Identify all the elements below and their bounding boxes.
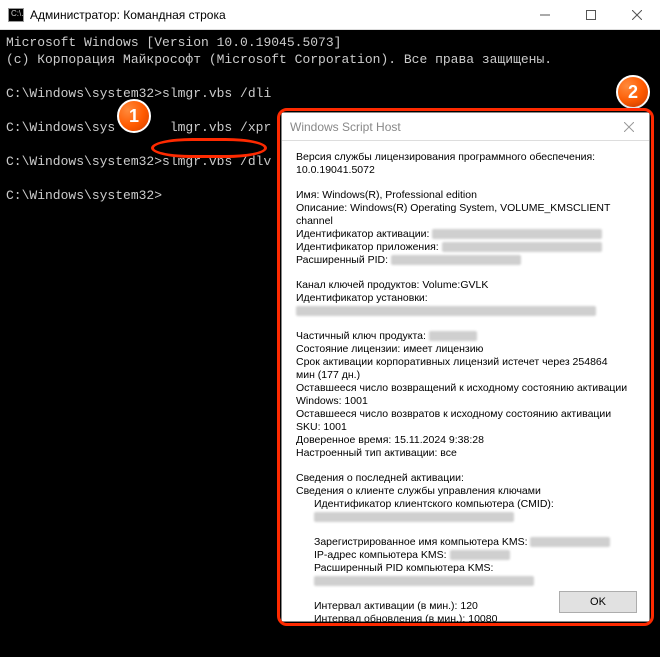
console-line: C:\Windows\system32> [6,188,162,203]
dlg-line: Идентификатор приложения: [296,241,635,254]
dialog-body: Версия службы лицензирования программног… [282,141,649,645]
dlg-line: Идентификатор установки: [296,292,635,305]
dlg-line: мин (177 дн.) [296,369,635,382]
window-titlebar: C:\. Администратор: Командная строка [0,0,660,30]
console-line: C:\Windows\system32>slmgr.vbs /dlv [6,154,271,169]
wsh-dialog: Windows Script Host Версия службы лиценз… [281,112,650,622]
dlg-line: Доверенное время: 15.11.2024 9:38:28 [296,434,635,447]
dlg-line: SKU: 1001 [296,421,635,434]
dlg-line: Частичный ключ продукта: [296,330,635,343]
dlg-line [296,575,635,588]
dlg-line: Зарегистрированное имя компьютера KMS: [296,536,635,549]
dialog-titlebar: Windows Script Host [282,113,649,141]
dlg-line: Windows: 1001 [296,395,635,408]
dlg-line: Канал ключей продуктов: Volume:GVLK [296,279,635,292]
dlg-line: Оставшееся число возвратов к исходному с… [296,408,635,421]
console-line: (c) Корпорация Майкрософт (Microsoft Cor… [6,52,552,67]
dialog-ok-button[interactable]: OK [559,591,637,613]
dlg-line: Идентификатор клиентского компьютера (CM… [296,498,635,511]
dlg-line: Расширенный PID компьютера KMS: [296,562,635,575]
dlg-line: Сведения о последней активации: [296,472,635,485]
window-title: Администратор: Командная строка [30,8,226,22]
dlg-line: 10.0.19041.5072 [296,164,635,177]
dlg-line: Интервал обновления (в мин.): 10080 [296,613,635,626]
dlg-line: Состояние лицензии: имеет лицензию [296,343,635,356]
close-button[interactable] [614,0,660,30]
dlg-line: Срок активации корпоративных лицензий ис… [296,356,635,369]
maximize-button[interactable] [568,0,614,30]
dlg-line [296,511,635,524]
dlg-line: Имя: Windows(R), Professional edition [296,189,635,202]
dlg-line: Расширенный PID: [296,254,635,267]
minimize-button[interactable] [522,0,568,30]
dlg-line: channel [296,215,635,228]
dialog-close-button[interactable] [609,113,649,141]
dlg-line: Настроенный тип активации: все [296,447,635,460]
console-line: C:\Windows\sys lmgr.vbs /xpr [6,120,271,135]
cmd-icon: C:\. [8,8,24,22]
dlg-line: Версия службы лицензирования программног… [296,151,635,164]
dialog-title: Windows Script Host [290,120,401,134]
dlg-line: Идентификатор активации: [296,228,635,241]
dlg-line: Кэширование узла KMS включено [296,626,635,639]
console-line: C:\Windows\system32>slmgr.vbs /dli [6,86,271,101]
dlg-line: Сведения о клиенте службы управления клю… [296,485,635,498]
dlg-line [296,305,635,318]
dlg-line: Описание: Windows(R) Operating System, V… [296,202,635,215]
dlg-line: IP-адрес компьютера KMS: [296,549,635,562]
dlg-line: Оставшееся число возвращений к исходному… [296,382,635,395]
console-line: Microsoft Windows [Version 10.0.19045.50… [6,35,341,50]
